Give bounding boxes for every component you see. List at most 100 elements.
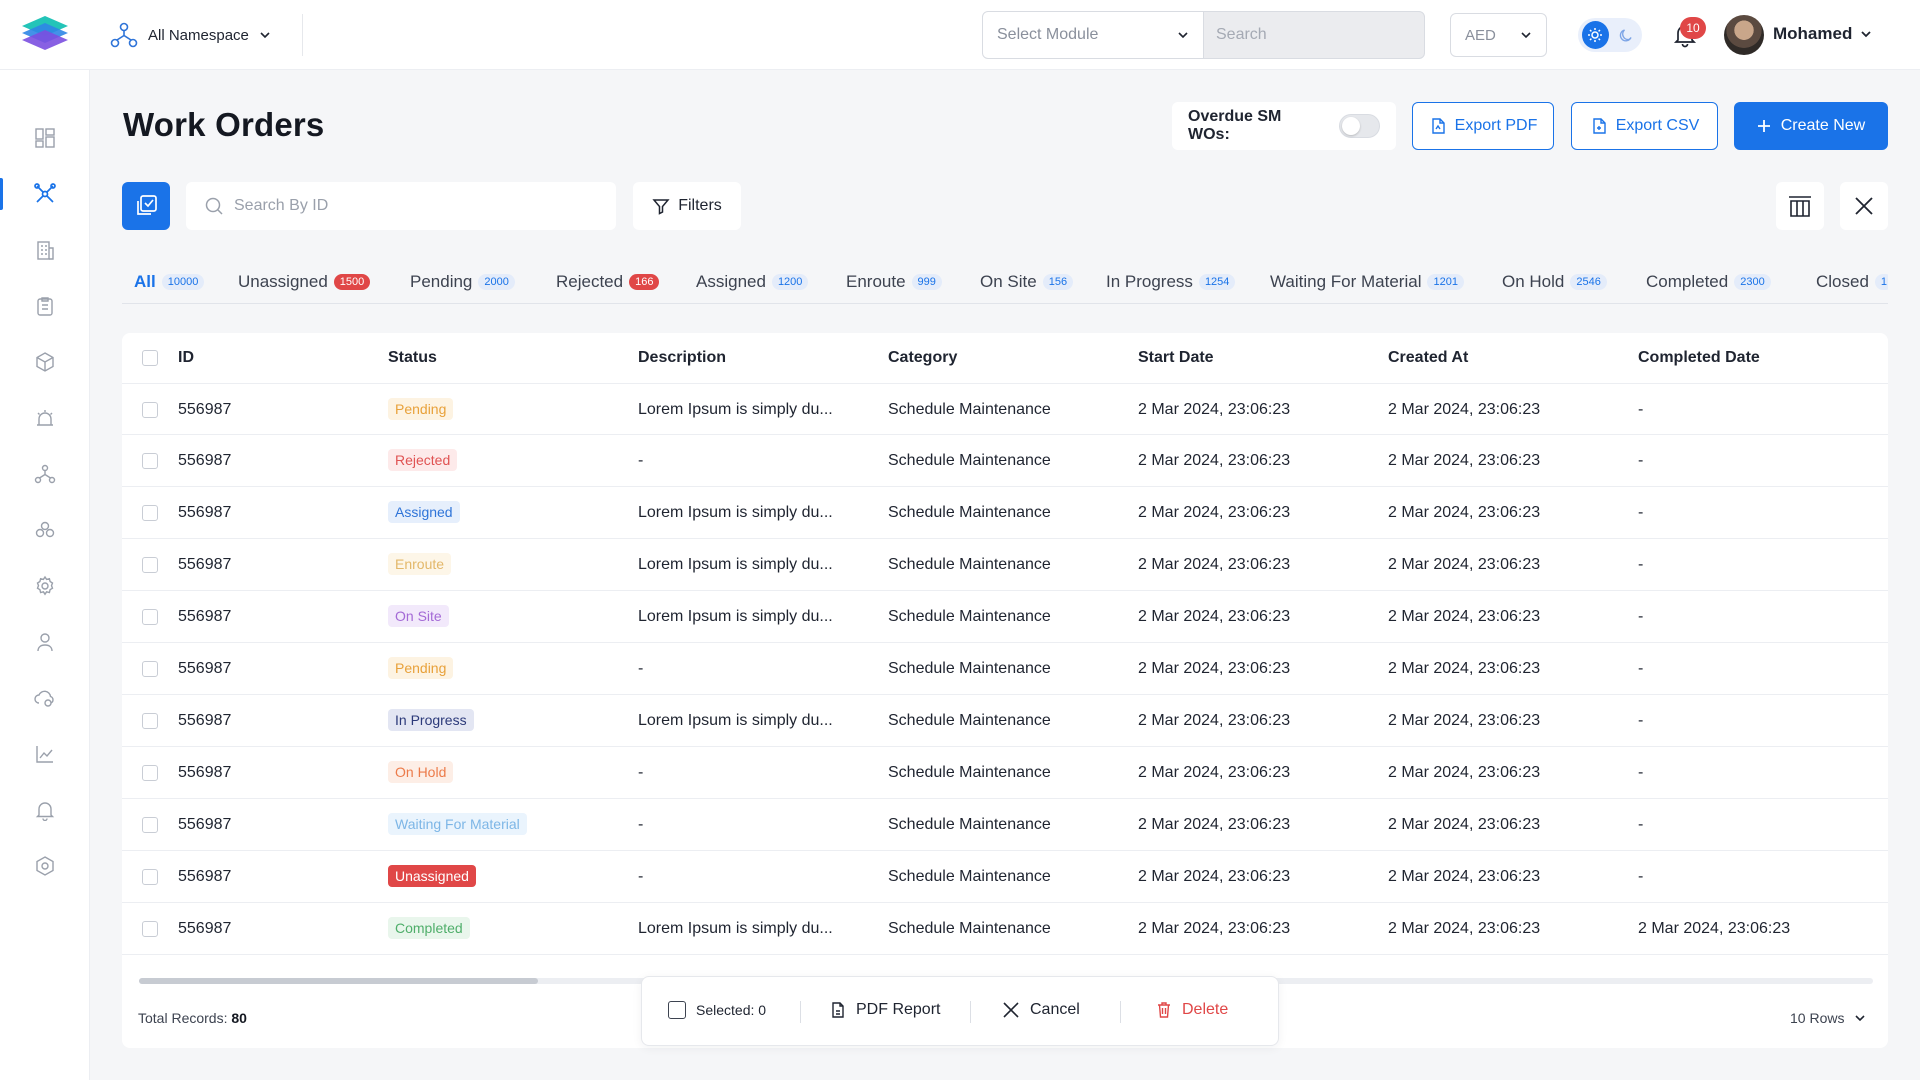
tab-completed[interactable]: Completed 2300: [1646, 268, 1771, 303]
rows-per-page-value: 10 Rows: [1790, 1010, 1845, 1026]
column-settings-button[interactable]: [1776, 182, 1824, 230]
row-checkbox[interactable]: [142, 765, 158, 781]
column-header-description[interactable]: Description: [638, 349, 726, 367]
selected-count[interactable]: Selected: 0: [668, 1001, 766, 1019]
sidebar-item-teams[interactable]: [0, 510, 90, 550]
cancel-selection-button[interactable]: Cancel: [1002, 1001, 1080, 1019]
module-select[interactable]: Select Module: [982, 11, 1204, 59]
tab-in-progress[interactable]: In Progress 1254: [1106, 268, 1236, 303]
cell-created-at: 2 Mar 2024, 23:06:23: [1388, 452, 1541, 469]
row-checkbox[interactable]: [142, 713, 158, 729]
column-header-completed-date[interactable]: Completed Date: [1638, 349, 1760, 367]
table-row[interactable]: 556987 Assigned Lorem Ipsum is simply du..…: [122, 487, 1888, 539]
currency-select[interactable]: AED: [1450, 13, 1547, 57]
sidebar-item-inventory[interactable]: [0, 342, 90, 382]
row-checkbox[interactable]: [142, 505, 158, 521]
status-badge: Assigned: [388, 501, 460, 523]
sidebar-item-network[interactable]: [0, 454, 90, 494]
global-search-input[interactable]: [1203, 11, 1425, 59]
user-avatar[interactable]: [1724, 15, 1764, 55]
rows-per-page-select[interactable]: 10 Rows: [1790, 1010, 1866, 1026]
table-row[interactable]: 556987 Pending - Schedule Maintenance 2 Mar …: [122, 643, 1888, 695]
cell-completed-date: -: [1638, 764, 1644, 781]
tab-unassigned[interactable]: Unassigned 1500: [238, 268, 371, 303]
table-row[interactable]: 556987 On Site Lorem Ipsum is simply du...…: [122, 591, 1888, 643]
tab-rejected[interactable]: Rejected 166: [556, 268, 660, 303]
tab-on-hold[interactable]: On Hold 2546: [1502, 268, 1607, 303]
work-orders-table: ID Status Description Category Start Dat…: [122, 333, 1888, 1048]
sun-icon[interactable]: [1582, 21, 1609, 49]
cell-created-at: 2 Mar 2024, 23:06:23: [1388, 556, 1541, 573]
table-row[interactable]: 556987 Unassigned - Schedule Maintenance 2 M…: [122, 851, 1888, 903]
sidebar-item-reports[interactable]: [0, 734, 90, 774]
sidebar-item-settings[interactable]: [0, 566, 90, 606]
row-checkbox[interactable]: [142, 402, 158, 418]
user-menu[interactable]: Mohamed: [1773, 24, 1872, 44]
overdue-toggle[interactable]: [1338, 114, 1380, 138]
table-row[interactable]: 556987 Waiting For Material - Schedule Main…: [122, 799, 1888, 851]
sidebar-item-buildings[interactable]: [0, 230, 90, 270]
cell-id: 556987: [178, 920, 232, 937]
tab-assigned[interactable]: Assigned 1200: [696, 268, 809, 303]
table-row[interactable]: 556987 On Hold - Schedule Maintenance 2 Mar …: [122, 747, 1888, 799]
row-checkbox[interactable]: [142, 609, 158, 625]
app-logo-icon[interactable]: [18, 12, 72, 56]
column-header-category[interactable]: Category: [888, 349, 957, 367]
column-header-status[interactable]: Status: [388, 349, 437, 367]
row-checkbox[interactable]: [142, 921, 158, 937]
column-header-id[interactable]: ID: [178, 349, 194, 367]
tab-closed[interactable]: Closed 1: [1816, 268, 1888, 303]
sidebar-item-configuration[interactable]: [0, 846, 90, 886]
table-row[interactable]: 556987 Enroute Lorem Ipsum is simply du...…: [122, 539, 1888, 591]
cell-id: 556987: [178, 816, 232, 833]
moon-icon[interactable]: [1615, 23, 1638, 47]
selected-checkbox[interactable]: [668, 1001, 686, 1019]
row-checkbox[interactable]: [142, 869, 158, 885]
select-all-checkbox[interactable]: [142, 350, 158, 366]
tab-on-site[interactable]: On Site 156: [980, 268, 1074, 303]
cell-completed-date: -: [1638, 712, 1644, 729]
sidebar-item-users[interactable]: [0, 622, 90, 662]
table-row[interactable]: 556987 Completed Lorem Ipsum is simply du.…: [122, 903, 1888, 955]
user-icon: [37, 633, 53, 652]
cell-category: Schedule Maintenance: [888, 608, 1051, 625]
table-row[interactable]: 556987 Pending Lorem Ipsum is simply du...…: [122, 383, 1888, 435]
row-checkbox[interactable]: [142, 557, 158, 573]
pdf-report-button[interactable]: PDF Report: [830, 1001, 940, 1019]
sidebar-item-notifications[interactable]: [0, 790, 90, 830]
create-new-label: Create New: [1780, 117, 1866, 134]
sidebar-item-work-orders[interactable]: [0, 174, 90, 214]
sidebar-item-assets[interactable]: [0, 286, 90, 326]
column-header-start-date[interactable]: Start Date: [1138, 349, 1214, 367]
theme-toggle[interactable]: [1578, 18, 1642, 52]
plus-icon: [1757, 120, 1770, 132]
table-row[interactable]: 556987 Rejected - Schedule Maintenance 2 Mar…: [122, 435, 1888, 487]
cell-start-date: 2 Mar 2024, 23:06:23: [1138, 556, 1291, 573]
delete-selection-button[interactable]: Delete: [1156, 1001, 1228, 1019]
search-by-id-input[interactable]: [234, 197, 594, 215]
tab-waiting-for-material[interactable]: Waiting For Material 1201: [1270, 268, 1464, 303]
table-row[interactable]: 556987 In Progress Lorem Ipsum is simply d…: [122, 695, 1888, 747]
row-checkbox[interactable]: [142, 661, 158, 677]
create-new-button[interactable]: Create New: [1734, 102, 1888, 150]
sidebar-item-cloud[interactable]: [0, 678, 90, 718]
tab-pending[interactable]: Pending 2000: [410, 268, 515, 303]
sidebar-item-dashboard[interactable]: [0, 118, 90, 158]
cell-description: Lorem Ipsum is simply du...: [638, 401, 833, 418]
close-button[interactable]: [1840, 182, 1888, 230]
bulk-select-button[interactable]: [122, 182, 170, 230]
tab-all[interactable]: All 10000: [134, 268, 205, 303]
export-csv-button[interactable]: Export CSV: [1571, 102, 1718, 150]
scrollbar-thumb[interactable]: [139, 978, 538, 984]
search-by-id-field[interactable]: [186, 182, 616, 230]
export-pdf-button[interactable]: Export PDF: [1412, 102, 1554, 150]
sidebar-item-alarms[interactable]: [0, 398, 90, 438]
tab-count: 156: [1042, 274, 1074, 290]
namespace-selector[interactable]: All Namespace: [110, 18, 271, 52]
column-header-created-at[interactable]: Created At: [1388, 349, 1468, 367]
tab-enroute[interactable]: Enroute 999: [846, 268, 942, 303]
cell-start-date: 2 Mar 2024, 23:06:23: [1138, 764, 1291, 781]
row-checkbox[interactable]: [142, 453, 158, 469]
filters-button[interactable]: Filters: [633, 182, 741, 230]
row-checkbox[interactable]: [142, 817, 158, 833]
